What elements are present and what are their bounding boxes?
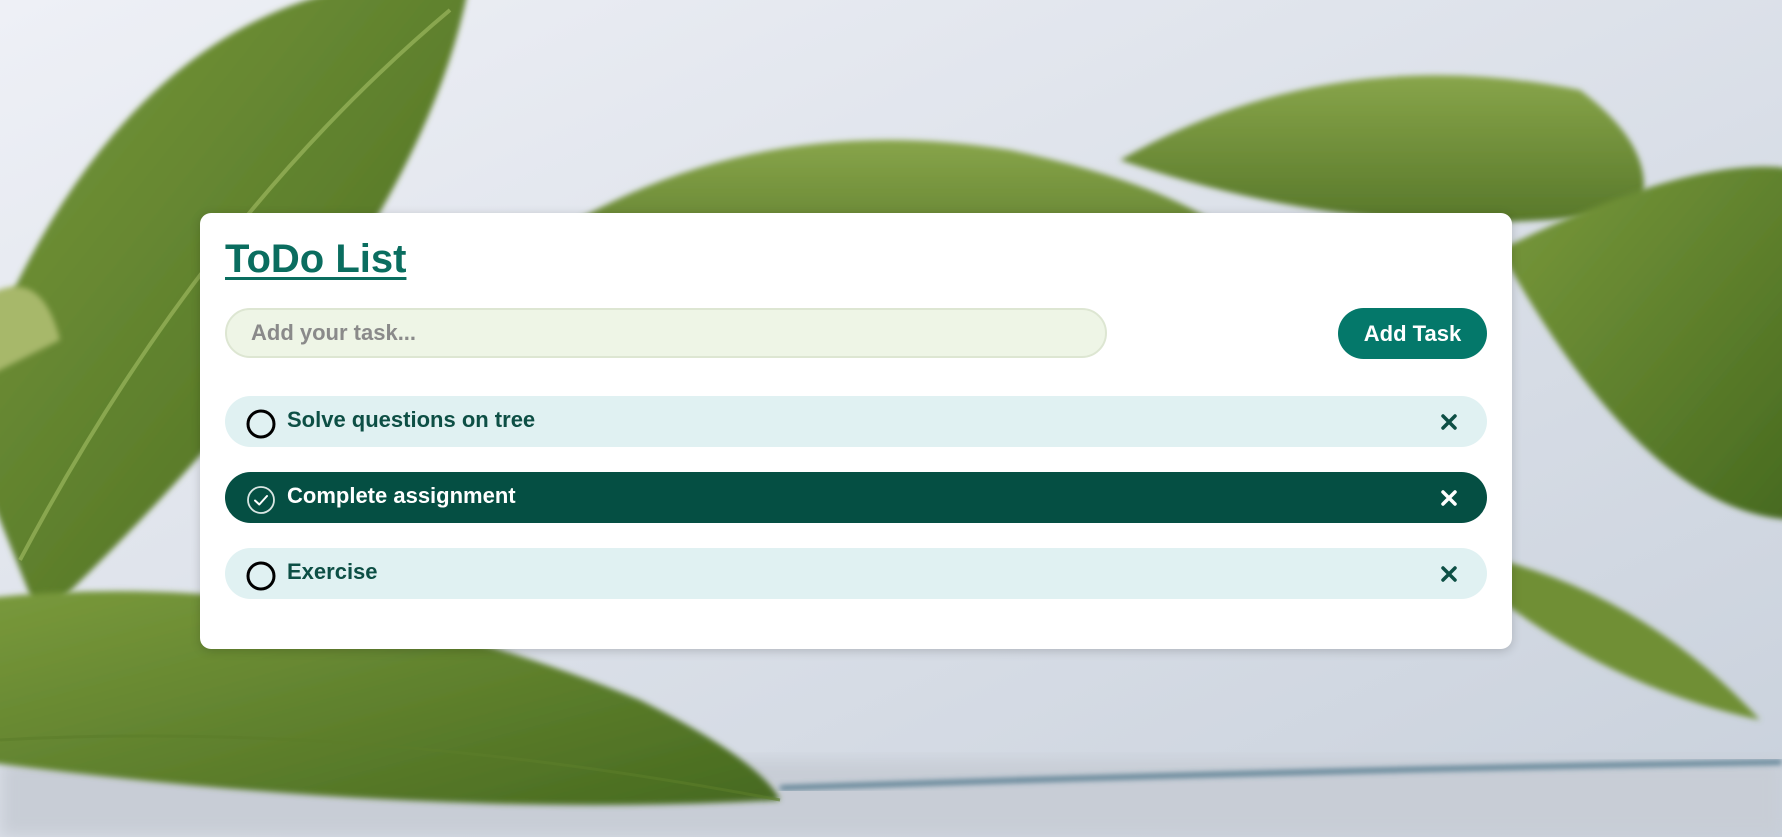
circle-icon[interactable]: [246, 409, 276, 439]
task-item[interactable]: Solve questions on tree: [225, 396, 1487, 447]
task-label: Exercise: [287, 559, 378, 584]
task-list: Solve questions on tree Complete assignm…: [225, 396, 1487, 624]
add-task-button[interactable]: Add Task: [1338, 308, 1487, 359]
close-icon[interactable]: [1437, 486, 1461, 510]
check-circle-icon[interactable]: [246, 485, 276, 515]
task-input[interactable]: [225, 308, 1107, 358]
task-item[interactable]: Exercise: [225, 548, 1487, 599]
task-item[interactable]: Complete assignment: [225, 472, 1487, 523]
task-label: Solve questions on tree: [287, 407, 536, 432]
task-label: Complete assignment: [287, 483, 516, 508]
close-icon[interactable]: [1437, 410, 1461, 434]
page-title: ToDo List: [225, 237, 407, 281]
circle-icon[interactable]: [246, 561, 276, 591]
todo-card: ToDo List Add Task Solve questions on tr…: [200, 213, 1512, 649]
close-icon[interactable]: [1437, 562, 1461, 586]
